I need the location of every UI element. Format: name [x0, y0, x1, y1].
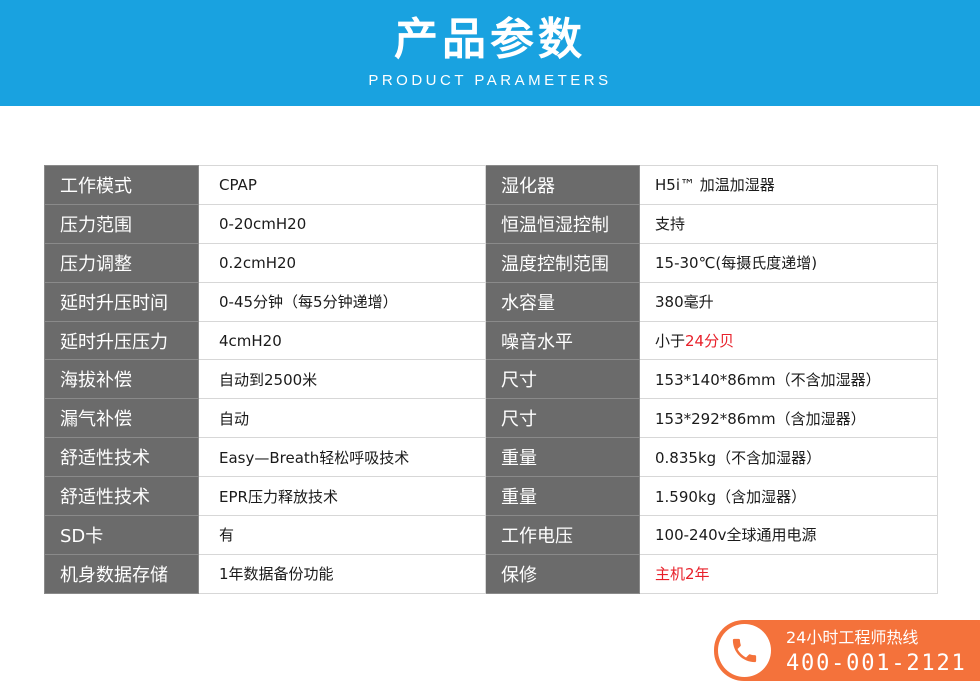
table-row: 工作模式 CPAP 湿化器 H5i™ 加温加湿器: [44, 165, 938, 205]
param-label: 重量: [485, 476, 640, 517]
table-row: 延时升压时间 0-45分钟（每5分钟递增） 水容量 380毫升: [44, 281, 938, 322]
highlight-value: 主机2年: [655, 565, 710, 584]
param-label: 尺寸: [485, 359, 640, 400]
param-label: 延时升压时间: [44, 281, 199, 322]
param-label: 机身数据存储: [44, 553, 199, 594]
table-row: 舒适性技术 EPR压力释放技术 重量 1.590kg（含加湿器）: [44, 476, 938, 517]
page-title: 产品参数: [394, 14, 586, 65]
param-value: 153*292*86mm（含加湿器）: [639, 398, 938, 439]
hotline-number[interactable]: 400-001-2121: [786, 651, 967, 677]
param-value: 100-240v全球通用电源: [639, 515, 938, 555]
param-value: 主机2年: [639, 553, 938, 594]
parameter-table: 工作模式 CPAP 湿化器 H5i™ 加温加湿器 压力范围 0-20cmH20 …: [44, 165, 938, 594]
param-value: 0.835kg（不含加湿器）: [639, 437, 938, 478]
param-label: 保修: [485, 553, 640, 594]
table-row: 压力范围 0-20cmH20 恒温恒湿控制 支持: [44, 203, 938, 244]
param-value: 自动: [198, 398, 486, 439]
page-subtitle: PRODUCT PARAMETERS: [368, 72, 612, 89]
param-label: 水容量: [485, 281, 640, 322]
table-row: 延时升压压力 4cmH20 噪音水平 小于24分贝: [44, 320, 938, 361]
param-label: 重量: [485, 437, 640, 478]
param-value: 有: [198, 515, 486, 555]
param-label: SD卡: [44, 515, 199, 555]
param-value: 380毫升: [639, 281, 938, 322]
param-label: 尺寸: [485, 398, 640, 439]
param-label: 舒适性技术: [44, 437, 199, 478]
table-row: 机身数据存储 1年数据备份功能 保修 主机2年: [44, 553, 938, 594]
param-value: 0-20cmH20: [198, 203, 486, 244]
param-value: 4cmH20: [198, 320, 486, 361]
table-row: SD卡 有 工作电压 100-240v全球通用电源: [44, 515, 938, 555]
param-label: 漏气补偿: [44, 398, 199, 439]
table-row: 漏气补偿 自动 尺寸 153*292*86mm（含加湿器）: [44, 398, 938, 439]
header-banner: 产品参数 PRODUCT PARAMETERS: [0, 0, 980, 106]
param-label: 海拔补偿: [44, 359, 199, 400]
param-value: 15-30℃(每摄氏度递增): [639, 242, 938, 283]
hotline-badge[interactable]: 24小时工程师热线 400-001-2121: [714, 620, 980, 681]
table-row: 舒适性技术 Easy—Breath轻松呼吸技术 重量 0.835kg（不含加湿器…: [44, 437, 938, 478]
param-label: 湿化器: [485, 165, 640, 205]
param-value: EPR压力释放技术: [198, 476, 486, 517]
param-value: 1年数据备份功能: [198, 553, 486, 594]
param-value: 0.2cmH20: [198, 242, 486, 283]
table-row: 压力调整 0.2cmH20 温度控制范围 15-30℃(每摄氏度递增): [44, 242, 938, 283]
param-value: Easy—Breath轻松呼吸技术: [198, 437, 486, 478]
param-value: 自动到2500米: [198, 359, 486, 400]
param-value: 小于24分贝: [639, 320, 938, 361]
param-label: 噪音水平: [485, 320, 640, 361]
param-label: 延时升压压力: [44, 320, 199, 361]
param-label: 温度控制范围: [485, 242, 640, 283]
param-label: 舒适性技术: [44, 476, 199, 517]
param-label: 压力范围: [44, 203, 199, 244]
highlight-value: 24分贝: [685, 332, 735, 350]
param-label: 恒温恒湿控制: [485, 203, 640, 244]
phone-icon: [732, 638, 757, 663]
param-value: 1.590kg（含加湿器）: [639, 476, 938, 517]
param-value: 支持: [639, 203, 938, 244]
param-value: 0-45分钟（每5分钟递增）: [198, 281, 486, 322]
param-label: 压力调整: [44, 242, 199, 283]
param-value: 153*140*86mm（不含加湿器）: [639, 359, 938, 400]
phone-icon: [718, 624, 771, 677]
param-label: 工作电压: [485, 515, 640, 555]
hotline-label: 24小时工程师热线: [786, 628, 919, 647]
value-prefix: 小于: [655, 332, 686, 350]
param-value: CPAP: [198, 165, 486, 205]
param-label: 工作模式: [44, 165, 199, 205]
table-row: 海拔补偿 自动到2500米 尺寸 153*140*86mm（不含加湿器）: [44, 359, 938, 400]
param-value: H5i™ 加温加湿器: [639, 165, 938, 205]
